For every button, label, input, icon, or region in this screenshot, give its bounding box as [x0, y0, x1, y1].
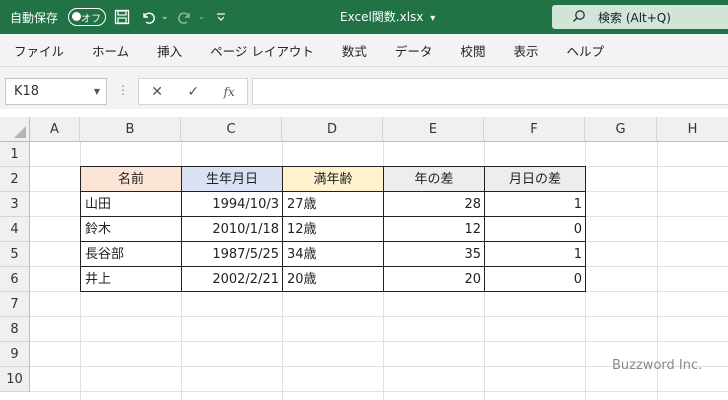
name-box-dropdown-icon[interactable]: ▼ — [94, 79, 100, 104]
cell-name[interactable]: 山田 — [80, 191, 182, 217]
select-all-triangle-icon — [14, 126, 26, 138]
undo-dropdown-icon[interactable]: ⌄ — [161, 12, 169, 22]
search-icon — [572, 9, 586, 26]
document-title[interactable]: Excel関数.xlsx ▾ — [340, 0, 435, 34]
cell-name[interactable]: 鈴木 — [80, 216, 182, 242]
select-all-button[interactable] — [0, 117, 30, 142]
tab-view[interactable]: 表示 — [513, 41, 538, 60]
autosave-label: 自動保存 — [10, 10, 59, 25]
tab-help[interactable]: ヘルプ — [566, 41, 604, 60]
cell-age[interactable]: 12歳 — [282, 216, 384, 242]
gridline — [30, 391, 728, 392]
tab-review[interactable]: 校閲 — [460, 41, 485, 60]
name-box[interactable]: K18 ▼ — [5, 78, 107, 105]
ribbon-tabs: ファイル ホーム 挿入 ページ レイアウト 数式 データ 校閲 表示 ヘルプ — [0, 34, 728, 66]
cell-monthday-diff[interactable]: 1 — [484, 191, 586, 217]
column-header-g[interactable]: G — [585, 117, 657, 142]
insert-function-icon[interactable]: fx — [224, 85, 235, 99]
cell-year-diff[interactable]: 28 — [383, 191, 485, 217]
row-header-10[interactable]: 10 — [0, 367, 30, 392]
cell-monthday-diff[interactable]: 0 — [484, 216, 586, 242]
row-header-6[interactable]: 6 — [0, 267, 30, 292]
column-header-a[interactable]: A — [30, 117, 80, 142]
column-header-b[interactable]: B — [80, 117, 181, 142]
autosave-toggle[interactable]: オフ — [68, 8, 107, 26]
undo-icon[interactable] — [138, 7, 158, 27]
header-cell-year-diff[interactable]: 年の差 — [383, 166, 485, 192]
tab-formulas[interactable]: 数式 — [342, 41, 367, 60]
column-header-f[interactable]: F — [484, 117, 585, 142]
cell-birthdate[interactable]: 1987/5/25 — [181, 241, 283, 267]
worksheet[interactable]: A B C D E F G H 1 2 3 4 5 6 7 8 9 10 名前 … — [0, 109, 728, 400]
row-header-4[interactable]: 4 — [0, 217, 30, 242]
gridline — [30, 316, 728, 317]
search-box[interactable]: 検索 (Alt+Q) — [552, 5, 728, 29]
sheet-top-gap — [0, 109, 728, 117]
title-bar: 自動保存 オフ ⌄ ⌄ Excel関数.xlsx ▾ 検索 (Alt+Q) — [0, 0, 728, 34]
tab-data[interactable]: データ — [395, 41, 433, 60]
cancel-icon[interactable]: ✕ — [151, 84, 163, 100]
enter-icon[interactable]: ✓ — [187, 84, 199, 100]
tab-page-layout[interactable]: ページ レイアウト — [210, 41, 314, 60]
header-cell-name[interactable]: 名前 — [80, 166, 182, 192]
column-header-d[interactable]: D — [282, 117, 383, 142]
quick-access-toolbar: 自動保存 オフ ⌄ ⌄ — [10, 0, 231, 34]
cell-age[interactable]: 27歳 — [282, 191, 384, 217]
tab-insert[interactable]: 挿入 — [157, 41, 182, 60]
cell-birthdate[interactable]: 1994/10/3 — [181, 191, 283, 217]
row-header-1[interactable]: 1 — [0, 142, 30, 167]
cell-year-diff[interactable]: 12 — [383, 216, 485, 242]
formula-buttons: ✕ ✓ fx — [138, 78, 248, 105]
formula-bar: K18 ▼ ⋮ ✕ ✓ fx — [0, 75, 728, 109]
save-icon[interactable] — [112, 7, 132, 27]
cell-age[interactable]: 20歳 — [282, 266, 384, 292]
formula-input[interactable] — [252, 78, 728, 105]
column-header-c[interactable]: C — [181, 117, 282, 142]
column-header-e[interactable]: E — [383, 117, 484, 142]
formula-bar-resize-handle[interactable]: ⋮ — [117, 83, 129, 97]
name-box-value: K18 — [14, 84, 40, 99]
redo-dropdown-icon[interactable]: ⌄ — [198, 12, 206, 22]
header-cell-age[interactable]: 満年齢 — [282, 166, 384, 192]
cell-name[interactable]: 長谷部 — [80, 241, 182, 267]
row-header-8[interactable]: 8 — [0, 317, 30, 342]
gridline — [30, 341, 728, 342]
search-placeholder: 検索 (Alt+Q) — [598, 10, 671, 25]
row-header-2[interactable]: 2 — [0, 167, 30, 192]
cell-monthday-diff[interactable]: 1 — [484, 241, 586, 267]
row-header-7[interactable]: 7 — [0, 292, 30, 317]
row-header-5[interactable]: 5 — [0, 242, 30, 267]
cell-birthdate[interactable]: 2010/1/18 — [181, 216, 283, 242]
header-cell-monthday-diff[interactable]: 月日の差 — [484, 166, 586, 192]
column-header-h[interactable]: H — [657, 117, 728, 142]
row-header-3[interactable]: 3 — [0, 192, 30, 217]
cell-year-diff[interactable]: 35 — [383, 241, 485, 267]
customize-toolbar-icon[interactable] — [211, 7, 231, 27]
cell-year-diff[interactable]: 20 — [383, 266, 485, 292]
tab-home[interactable]: ホーム — [92, 41, 129, 60]
row-header-9[interactable]: 9 — [0, 342, 30, 367]
cell-monthday-diff[interactable]: 0 — [484, 266, 586, 292]
autosave-state: オフ — [81, 14, 102, 25]
redo-icon[interactable] — [175, 7, 195, 27]
ribbon-gap — [0, 67, 728, 75]
toggle-knob — [72, 12, 82, 21]
filename-caret-icon: ▾ — [430, 13, 436, 24]
tab-file[interactable]: ファイル — [14, 41, 64, 60]
cell-birthdate[interactable]: 2002/2/21 — [181, 266, 283, 292]
filename: Excel関数.xlsx — [340, 10, 424, 24]
watermark: Buzzword Inc. — [612, 358, 703, 373]
header-cell-birthdate[interactable]: 生年月日 — [181, 166, 283, 192]
cell-age[interactable]: 34歳 — [282, 241, 384, 267]
cell-name[interactable]: 井上 — [80, 266, 182, 292]
